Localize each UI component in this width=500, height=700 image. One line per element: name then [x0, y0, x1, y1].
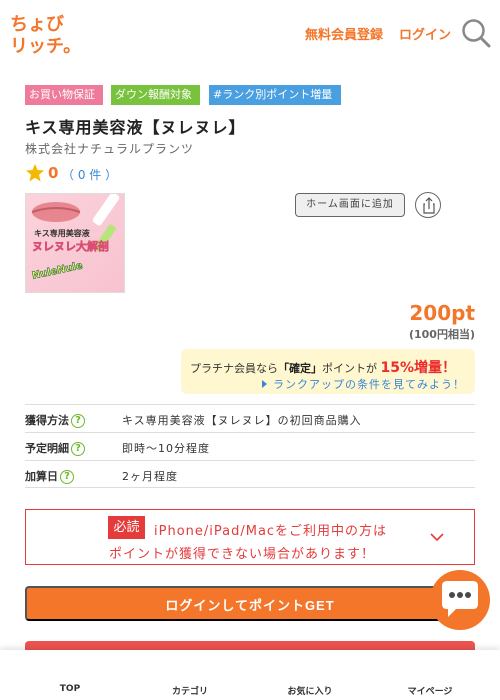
share-button[interactable] [415, 192, 441, 218]
nav-category-label: カテゴリ [171, 687, 208, 697]
info-key: 加算日? [25, 468, 74, 484]
share-icon [423, 197, 435, 214]
chevron-down-icon [430, 533, 444, 542]
info-value: 即時〜10分程度 [122, 442, 210, 455]
badge-purchase-guarantee[interactable]: お買い物保証 [25, 85, 103, 105]
info-value: キス専用美容液【ヌレヌレ】の初回商品購入 [122, 414, 362, 427]
ios-notice[interactable]: 必読 iPhone/iPad/Macをご利用中の方は ポイントが獲得できない場合… [25, 509, 475, 565]
table-row: 加算日? 2ヶ月程度 [25, 460, 475, 488]
badge-rank-bonus[interactable]: #ランク別ポイント増量 [209, 85, 341, 105]
info-table: 獲得方法? キス専用美容液【ヌレヌレ】の初回商品購入 予定明細? 即時〜10分程… [25, 404, 475, 488]
nav-favorites-label: お気に入り [287, 687, 333, 697]
info-key-label: 獲得方法 [25, 414, 69, 427]
platinum-text: プラチナ会員なら「確定」ポイントが 15%増量！ [190, 357, 456, 377]
platinum-prefix: プラチナ会員なら [190, 362, 278, 375]
info-key: 獲得方法? [25, 412, 85, 428]
bottom-nav: TOP カテゴリ お気に入り マイページ [0, 650, 500, 700]
badge-down-reward[interactable]: ダウン報酬対象 [111, 85, 200, 105]
platinum-bonus-box: プラチナ会員なら「確定」ポイントが 15%増量！ ランクアップの条件を見てみよう… [181, 349, 475, 394]
chat-button[interactable] [430, 570, 490, 630]
points-yen-equivalent: (100円相当) [408, 328, 475, 341]
product-image-graphic: キス専用美容液 ヌレヌレ大解剖 NuleNule [26, 194, 124, 292]
login-get-points-button[interactable]: ログインしてポイントGET [25, 586, 475, 621]
table-row: 獲得方法? キス専用美容液【ヌレヌレ】の初回商品購入 [25, 404, 475, 432]
review-count-link[interactable]: （ 0 件 ） [62, 166, 117, 183]
logo[interactable]: ちょび リッチ。 [10, 12, 70, 54]
notice-line-2: ポイントが獲得できない場合があります！ [109, 547, 376, 562]
rating-score: 0 [48, 164, 59, 182]
nav-mypage-label: マイページ [407, 687, 453, 697]
info-key: 予定明細? [25, 440, 85, 456]
company-name: 株式会社ナチュラルプランツ [25, 142, 195, 156]
image-caption-2: ヌレヌレ大解剖 [32, 239, 109, 253]
rank-up-link[interactable]: ランクアップの条件を見てみよう！ [262, 376, 465, 392]
nav-top[interactable]: TOP [20, 650, 120, 700]
platinum-bold: 「確定」 [278, 362, 322, 375]
table-row: 予定明細? 即時〜10分程度 [25, 432, 475, 460]
nav-favorites[interactable]: お気に入り [260, 650, 360, 700]
page-title: キス専用美容液【ヌレヌレ】 [25, 118, 246, 137]
star-icon [26, 164, 44, 182]
points-value: 200pt [409, 301, 475, 325]
header: ちょび リッチ。 無料会員登録 ログイン [0, 0, 500, 66]
nav-mypage[interactable]: マイページ [380, 650, 480, 700]
register-link[interactable]: 無料会員登録 [305, 24, 383, 43]
notice-line-1: iPhone/iPad/Macをご利用中の方は [154, 524, 388, 539]
question-icon[interactable]: ? [71, 414, 85, 428]
triangle-right-icon [262, 380, 267, 388]
svg-text:ちょび: ちょび [10, 14, 65, 35]
info-key-label: 予定明細 [25, 442, 69, 455]
chat-icon [442, 581, 478, 617]
platinum-suffix: ポイントが [322, 362, 377, 375]
info-value: 2ヶ月程度 [122, 470, 178, 483]
search-icon[interactable] [461, 18, 491, 48]
product-image: キス専用美容液 ヌレヌレ大解剖 NuleNule [25, 193, 125, 293]
image-caption-1: キス専用美容液 [34, 228, 90, 238]
platinum-percent: 15%増量！ [380, 360, 457, 376]
question-icon[interactable]: ? [71, 442, 85, 456]
nav-top-label: TOP [59, 684, 81, 694]
rank-up-link-label: ランクアップの条件を見てみよう！ [273, 378, 465, 391]
nav-category[interactable]: カテゴリ [140, 650, 240, 700]
required-badge: 必読 [108, 516, 145, 539]
question-icon[interactable]: ? [60, 470, 74, 484]
login-link[interactable]: ログイン [399, 24, 451, 43]
add-to-home-button[interactable]: ホーム画面に追加 [295, 193, 405, 217]
info-key-label: 加算日 [25, 470, 58, 483]
svg-text:リッチ。: リッチ。 [10, 36, 70, 54]
